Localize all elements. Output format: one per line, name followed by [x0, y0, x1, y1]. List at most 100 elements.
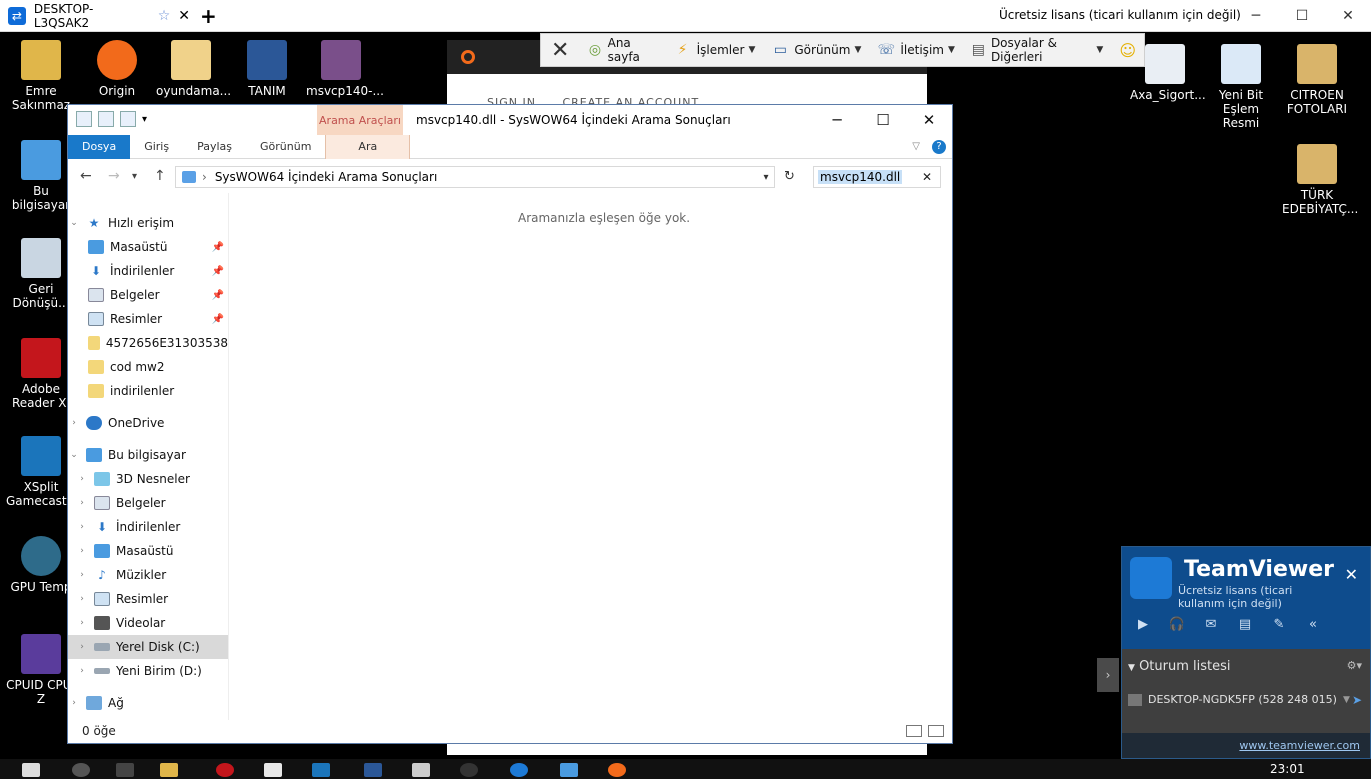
desktop-icon-bitmap[interactable]: Yeni Bit Eşlem Resmi — [1206, 44, 1276, 130]
recent-locations-icon[interactable]: ▾ — [132, 171, 137, 182]
expand-icon[interactable]: › — [68, 698, 80, 708]
minimize-icon[interactable]: ─ — [1233, 0, 1279, 32]
teamviewer-website-link[interactable]: www.teamviewer.com — [1239, 739, 1360, 752]
chat-icon[interactable]: ✉ — [1200, 617, 1222, 635]
nav-network[interactable]: › Ağ — [68, 691, 228, 715]
back-arrow-icon[interactable]: ← — [80, 168, 92, 184]
nav-downloads-pinned[interactable]: ⬇ İndirilenler 📌 — [68, 259, 228, 283]
desktop-icon-cpuz[interactable]: CPUID CPU-Z — [6, 634, 76, 706]
tab-view[interactable]: Görünüm — [246, 135, 325, 159]
app-taskbar-icon[interactable] — [412, 763, 430, 777]
teamviewer-taskbar-icon[interactable] — [510, 763, 528, 777]
edge-taskbar-icon[interactable] — [312, 763, 330, 777]
close-icon[interactable]: ✕ — [906, 105, 952, 135]
details-view-icon[interactable] — [906, 725, 922, 737]
up-arrow-icon[interactable]: ↑ — [154, 168, 166, 184]
nav-desktop-pinned[interactable]: Masaüstü 📌 — [68, 235, 228, 259]
expand-icon[interactable]: › — [76, 666, 88, 676]
collapse-icon[interactable]: ⌄ — [68, 218, 80, 228]
files-menu[interactable]: ▤ Dosyalar & Diğerleri ▼ — [963, 36, 1111, 64]
close-tab-icon[interactable]: ✕ — [178, 8, 190, 24]
desktop-icon-tanim[interactable]: TANIM — [232, 40, 302, 98]
desktop-icon-citroen[interactable]: CITROEN FOTOLARI — [1282, 44, 1352, 116]
nav-volume-d[interactable]: › Yeni Birim (D:) — [68, 659, 228, 683]
origin-taskbar-icon[interactable] — [608, 763, 626, 777]
expand-icon[interactable]: › — [76, 474, 88, 484]
expand-icon[interactable]: › — [76, 570, 88, 580]
feedback-smiley-icon[interactable]: ☺ — [1111, 41, 1144, 60]
minimize-icon[interactable]: ─ — [814, 105, 860, 135]
qat-properties-icon[interactable] — [98, 111, 114, 127]
video-icon[interactable]: ▶ — [1132, 617, 1154, 635]
pane-divider[interactable] — [228, 193, 229, 720]
communicate-menu[interactable]: ☏ İletişim ▼ — [869, 41, 963, 59]
nav-documents[interactable]: › Belgeler — [68, 491, 228, 515]
nav-videos[interactable]: › Videolar — [68, 611, 228, 635]
expand-icon[interactable]: › — [76, 498, 88, 508]
nav-folder-codmw2[interactable]: cod mw2 — [68, 355, 228, 379]
notes-icon[interactable]: ▤ — [1234, 617, 1256, 635]
nav-pictures[interactable]: › Resimler — [68, 587, 228, 611]
address-dropdown-icon[interactable]: ▾ — [758, 172, 774, 183]
favorite-star-icon[interactable]: ☆ — [158, 8, 171, 24]
home-button[interactable]: ◎ Ana sayfa — [579, 36, 665, 64]
store-taskbar-icon[interactable] — [264, 763, 282, 777]
nav-pictures-pinned[interactable]: Resimler 📌 — [68, 307, 228, 331]
actions-menu[interactable]: ⚡ İşlemler ▼ — [666, 41, 764, 59]
tools-icon[interactable]: ✎ — [1268, 617, 1290, 635]
close-icon[interactable]: ✕ — [1325, 0, 1371, 32]
view-menu[interactable]: ▭ Görünüm ▼ — [763, 41, 869, 59]
app-taskbar-icon[interactable] — [460, 763, 478, 777]
desktop-icon-origin[interactable]: Origin — [82, 40, 152, 98]
remote-session-tab[interactable]: ⇄ DESKTOP-L3QSAK2 ☆ ✕ — [0, 0, 190, 32]
expand-ribbon-icon[interactable]: ▽ — [912, 141, 920, 152]
close-icon[interactable]: ✕ — [1345, 565, 1358, 584]
chevron-down-icon[interactable]: ▼ — [1343, 695, 1350, 705]
nav-3d-objects[interactable]: › 3D Nesneler — [68, 467, 228, 491]
word-taskbar-icon[interactable] — [364, 763, 382, 777]
session-entry[interactable]: DESKTOP-NGDK5FP (528 248 015) ▼ — [1128, 693, 1350, 706]
nav-desktop[interactable]: › Masaüstü — [68, 539, 228, 563]
desktop-icon-gputemp[interactable]: GPU Temp — [6, 536, 76, 594]
expand-icon[interactable]: › — [76, 642, 88, 652]
nav-quick-access[interactable]: ⌄ ★ Hızlı erişim — [68, 211, 228, 235]
qat-folder-icon[interactable] — [76, 111, 92, 127]
large-icons-view-icon[interactable] — [928, 725, 944, 737]
desktop-icon-word-doc[interactable]: oyundama... — [156, 40, 231, 98]
qat-customize-icon[interactable]: ▾ — [142, 114, 147, 125]
new-tab-plus-icon[interactable]: + — [200, 4, 217, 28]
nav-downloads[interactable]: › ⬇ İndirilenler — [68, 515, 228, 539]
nav-documents-pinned[interactable]: Belgeler 📌 — [68, 283, 228, 307]
expand-icon[interactable]: › — [76, 618, 88, 628]
desktop-icon-user[interactable]: Emre Sakınmaz — [6, 40, 76, 112]
tab-share[interactable]: Paylaş — [183, 135, 246, 159]
desktop-icon-adobe[interactable]: Adobe Reader XI — [6, 338, 76, 410]
expand-icon[interactable]: › — [76, 546, 88, 556]
desktop-icon-turk[interactable]: TÜRK EDEBİYATÇ... — [1282, 144, 1358, 216]
collapse-icon[interactable]: ⌄ — [68, 450, 80, 460]
refresh-icon[interactable]: ↻ — [784, 169, 795, 184]
start-button-icon[interactable] — [22, 763, 40, 777]
expand-icon[interactable]: › — [76, 522, 88, 532]
panel-toggle-chevron-icon[interactable]: › — [1097, 658, 1119, 692]
app-taskbar-icon[interactable] — [560, 763, 578, 777]
tab-search[interactable]: Ara — [325, 134, 411, 159]
desktop-icon-this-pc[interactable]: Bu bilgisayar — [6, 140, 76, 212]
file-explorer-taskbar-icon[interactable] — [160, 763, 178, 777]
desktop-icon-recycle-bin[interactable]: Geri Dönüşü... — [6, 238, 76, 310]
maximize-icon[interactable]: ☐ — [1279, 0, 1325, 32]
maximize-icon[interactable]: ☐ — [860, 105, 906, 135]
nav-this-pc[interactable]: ⌄ Bu bilgisayar — [68, 443, 228, 467]
expand-icon[interactable]: › — [68, 418, 80, 428]
headset-icon[interactable]: 🎧 — [1166, 617, 1188, 635]
help-icon[interactable]: ? — [932, 139, 946, 154]
nav-onedrive[interactable]: › OneDrive — [68, 411, 228, 435]
address-bar[interactable]: › SysWOW64 İçindeki Arama Sonuçları ▾ — [175, 166, 775, 188]
desktop-icon-xsplit[interactable]: XSplit Gamecaster — [6, 436, 79, 508]
taskbar-clock[interactable]: 23:01 — [1270, 762, 1305, 776]
nav-folder-indirilenler[interactable]: indirilenler — [68, 379, 228, 403]
collapse-arrows-icon[interactable]: « — [1302, 617, 1324, 635]
app-taskbar-icon[interactable] — [216, 763, 234, 777]
clear-search-icon[interactable]: ✕ — [922, 170, 932, 184]
nav-folder-hex[interactable]: 4572656E31303538 — [68, 331, 228, 355]
